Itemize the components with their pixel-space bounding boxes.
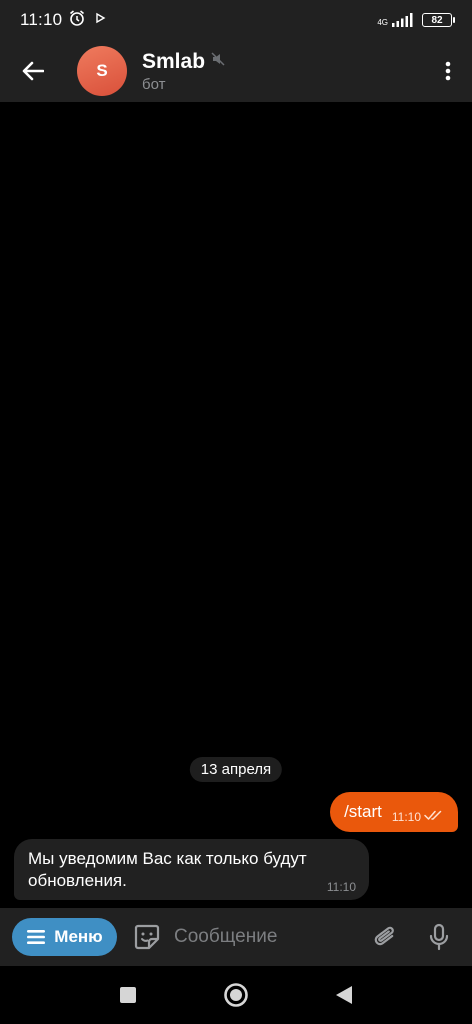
menu-icon — [27, 930, 46, 944]
outgoing-message-time: 11:10 — [391, 810, 421, 824]
incoming-message-text: Мы уведомим Вас как только будут обновле… — [28, 849, 307, 890]
sticker-button[interactable] — [130, 920, 164, 954]
triangle-back-icon — [336, 986, 352, 1004]
paperclip-icon — [374, 926, 394, 946]
status-time: 11:10 — [20, 10, 63, 29]
chat-subtitle: бот — [142, 75, 166, 93]
square-icon — [120, 987, 136, 1003]
signal-icon: 4G — [377, 13, 414, 27]
muted-icon — [211, 52, 225, 71]
voice-message-button[interactable] — [422, 917, 456, 957]
date-separator: 13 апреля — [189, 757, 283, 782]
chat-messages-area[interactable]: 13 апреля /start 11:10 Мы уведомим Вас к… — [0, 102, 472, 908]
message-composer: Меню — [0, 908, 472, 966]
more-options-button[interactable] — [430, 40, 466, 102]
avatar[interactable]: S — [77, 46, 127, 96]
message-input[interactable] — [174, 917, 354, 957]
more-vertical-icon — [445, 61, 451, 81]
sticker-icon — [134, 924, 160, 950]
home-circle-icon — [224, 983, 248, 1007]
nav-back-button[interactable] — [290, 966, 398, 1024]
chat-title-block[interactable]: Smlab бот — [142, 50, 225, 93]
network-type: 4G — [377, 18, 388, 27]
chat-title: Smlab — [142, 49, 206, 73]
incoming-message-time: 11:10 — [326, 880, 356, 894]
play-icon — [94, 11, 106, 29]
attach-button[interactable] — [368, 917, 402, 957]
nav-recents-button[interactable] — [74, 966, 182, 1024]
alarm-icon — [68, 9, 86, 32]
bot-menu-button[interactable]: Меню — [12, 918, 117, 956]
back-button[interactable] — [0, 40, 66, 102]
battery-level: 82 — [431, 14, 443, 26]
arrow-left-icon — [22, 61, 44, 81]
chat-header: S Smlab бот — [0, 40, 472, 102]
status-bar: 11:10 4G 82 — [0, 0, 472, 40]
microphone-icon — [429, 923, 449, 951]
nav-home-button[interactable] — [182, 966, 290, 1024]
menu-button-label: Меню — [54, 927, 103, 946]
status-icons-left — [68, 9, 106, 32]
battery-icon: 82 — [422, 13, 455, 27]
outgoing-message[interactable]: /start 11:10 — [330, 792, 458, 832]
double-check-icon — [424, 808, 444, 826]
incoming-message[interactable]: Мы уведомим Вас как только будут обновле… — [14, 839, 369, 900]
system-navigation-bar — [0, 966, 472, 1024]
outgoing-message-text: /start — [344, 802, 382, 821]
status-icons-right: 4G 82 — [377, 13, 455, 27]
